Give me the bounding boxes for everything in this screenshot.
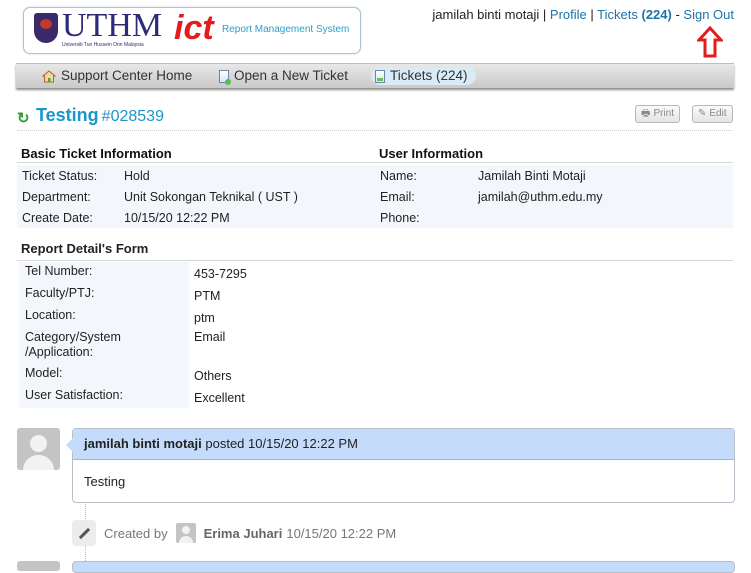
form-value: 453-7295 (194, 267, 247, 281)
form-label: User Satisfaction: (19, 386, 189, 408)
user-info: User Information Name: Jamilah Binti Mot… (375, 144, 733, 228)
logo-brand-sub: Universiti Tun Hussein Onn Malaysia (62, 42, 144, 48)
logo-ict: ict (174, 9, 214, 47)
edit-icon: ✎ (698, 108, 707, 119)
separator: | (539, 7, 550, 22)
form-row: Faculty/PTJ: PTM (19, 284, 252, 306)
info-value: Jamilah Binti Motaji (478, 168, 586, 183)
tickets-link-label: Tickets (597, 7, 638, 22)
separator: - (671, 7, 684, 22)
form-value: ptm (194, 311, 215, 325)
print-button[interactable]: 🖶 Print (635, 105, 681, 123)
username: jamilah binti motaji (432, 7, 540, 22)
thread-entry: jamilah binti motaji posted 10/15/20 12:… (66, 428, 735, 503)
nav-label: Open a New Ticket (234, 68, 349, 83)
info-label: Ticket Status: (22, 168, 98, 183)
main-nav: Support Center Home Open a New Ticket Ti… (16, 63, 734, 88)
info-label: Phone: (380, 210, 420, 225)
edit-label: Edit (709, 108, 727, 119)
form-row: Location: ptm (19, 306, 252, 328)
info-value: Hold (124, 168, 150, 183)
form-row: User Satisfaction: Excellent (19, 386, 252, 408)
info-row: Department: Unit Sokongan Teknikal ( UST… (17, 186, 375, 207)
user-links: jamilah binti motaji | Profile | Tickets… (432, 7, 734, 22)
nav-tickets[interactable]: Tickets (224) (371, 67, 476, 85)
event-user: Erima Juhari (203, 525, 283, 541)
ticket-subject: Testing (36, 105, 99, 125)
form-row: Model: Others (19, 364, 252, 386)
info-row: Email: jamilah@uthm.edu.my (375, 186, 733, 207)
print-label: Print (653, 108, 675, 119)
section-heading: User Information (375, 144, 733, 163)
print-icon: 🖶 (641, 108, 651, 119)
info-label: Name: (380, 168, 417, 183)
form-value: PTM (194, 289, 221, 303)
info-label: Email: (380, 189, 415, 204)
uthm-crest-icon (34, 13, 58, 43)
form-row: Category/System /Application: Email (19, 328, 252, 364)
form-value: Others (194, 369, 232, 383)
ticket-number: #028539 (101, 108, 164, 125)
avatar (17, 428, 60, 470)
form-row: Tel Number: 453-7295 (19, 262, 252, 284)
info-label: Department: (22, 189, 91, 204)
home-icon (42, 69, 56, 82)
info-row: Ticket Status: Hold (17, 165, 375, 186)
tickets-count: (224) (641, 7, 672, 22)
avatar (175, 523, 196, 543)
logo-brand: UTHM (62, 7, 163, 44)
report-form: Tel Number: 453-7295 Faculty/PTJ: PTM Lo… (19, 262, 252, 408)
thread-body: Testing (84, 474, 126, 489)
info-value: 10/15/20 12:22 PM (124, 210, 230, 225)
thread-verb: posted (205, 436, 245, 451)
thread-timestamp: 10/15/20 12:22 PM (248, 436, 358, 451)
event-timestamp: 10/15/20 12:22 PM (286, 525, 397, 541)
new-ticket-icon (219, 69, 231, 85)
section-heading: Basic Ticket Information (17, 144, 375, 163)
info-row: Name: Jamilah Binti Motaji (375, 165, 733, 186)
nav-label: Support Center Home (61, 68, 193, 83)
sign-out-link[interactable]: Sign Out (683, 7, 734, 22)
form-label: Location: (19, 306, 189, 328)
form-label: Model: (19, 364, 189, 386)
section-heading: Report Detail's Form (21, 241, 149, 256)
info-value (473, 207, 733, 228)
profile-link[interactable]: Profile (550, 7, 587, 22)
separator: | (586, 7, 598, 22)
logo-system-name: Report Management System (222, 24, 350, 35)
thread-event: Created by Erima Juhari 10/15/20 12:22 P… (72, 520, 396, 546)
form-value: Excellent (194, 391, 245, 405)
ticket-title: Testing #028539 (36, 105, 164, 126)
nav-label: Tickets (224) (390, 68, 468, 83)
form-value: Email (194, 330, 226, 344)
info-value: jamilah@uthm.edu.my (478, 189, 603, 204)
info-row: Phone: (375, 207, 733, 228)
info-label: Create Date: (22, 210, 93, 225)
avatar (17, 561, 60, 571)
form-label: Faculty/PTJ: (19, 284, 189, 306)
tickets-icon (375, 69, 385, 83)
thread-entry-header: jamilah binti motaji posted 10/15/20 12:… (73, 429, 734, 460)
thread-entry (72, 561, 735, 573)
report-form-heading-row: Report Detail's Form (17, 240, 733, 261)
event-prefix: Created by (104, 525, 168, 541)
thread-author: jamilah binti motaji (84, 436, 202, 451)
form-label: Category/System /Application: (19, 328, 189, 364)
basic-ticket-info: Basic Ticket Information Ticket Status: … (17, 144, 375, 228)
ticket-title-row: ↻ Testing #028539 🖶 Print ✎ Edit (17, 104, 733, 131)
nav-support-center-home[interactable]: Support Center Home (38, 67, 200, 85)
form-label: Tel Number: (19, 262, 189, 284)
magic-wand-icon (72, 520, 96, 546)
edit-button[interactable]: ✎ Edit (692, 105, 733, 123)
refresh-icon[interactable]: ↻ (17, 109, 30, 127)
tickets-link[interactable]: Tickets (224) (597, 7, 672, 22)
site-logo[interactable]: UTHM Universiti Tun Hussein Onn Malaysia… (23, 7, 361, 54)
annotation-arrow-up-icon (697, 26, 723, 58)
nav-open-new-ticket[interactable]: Open a New Ticket (215, 67, 356, 85)
info-row: Create Date: 10/15/20 12:22 PM (17, 207, 375, 228)
info-value: Unit Sokongan Teknikal ( UST ) (124, 189, 298, 204)
